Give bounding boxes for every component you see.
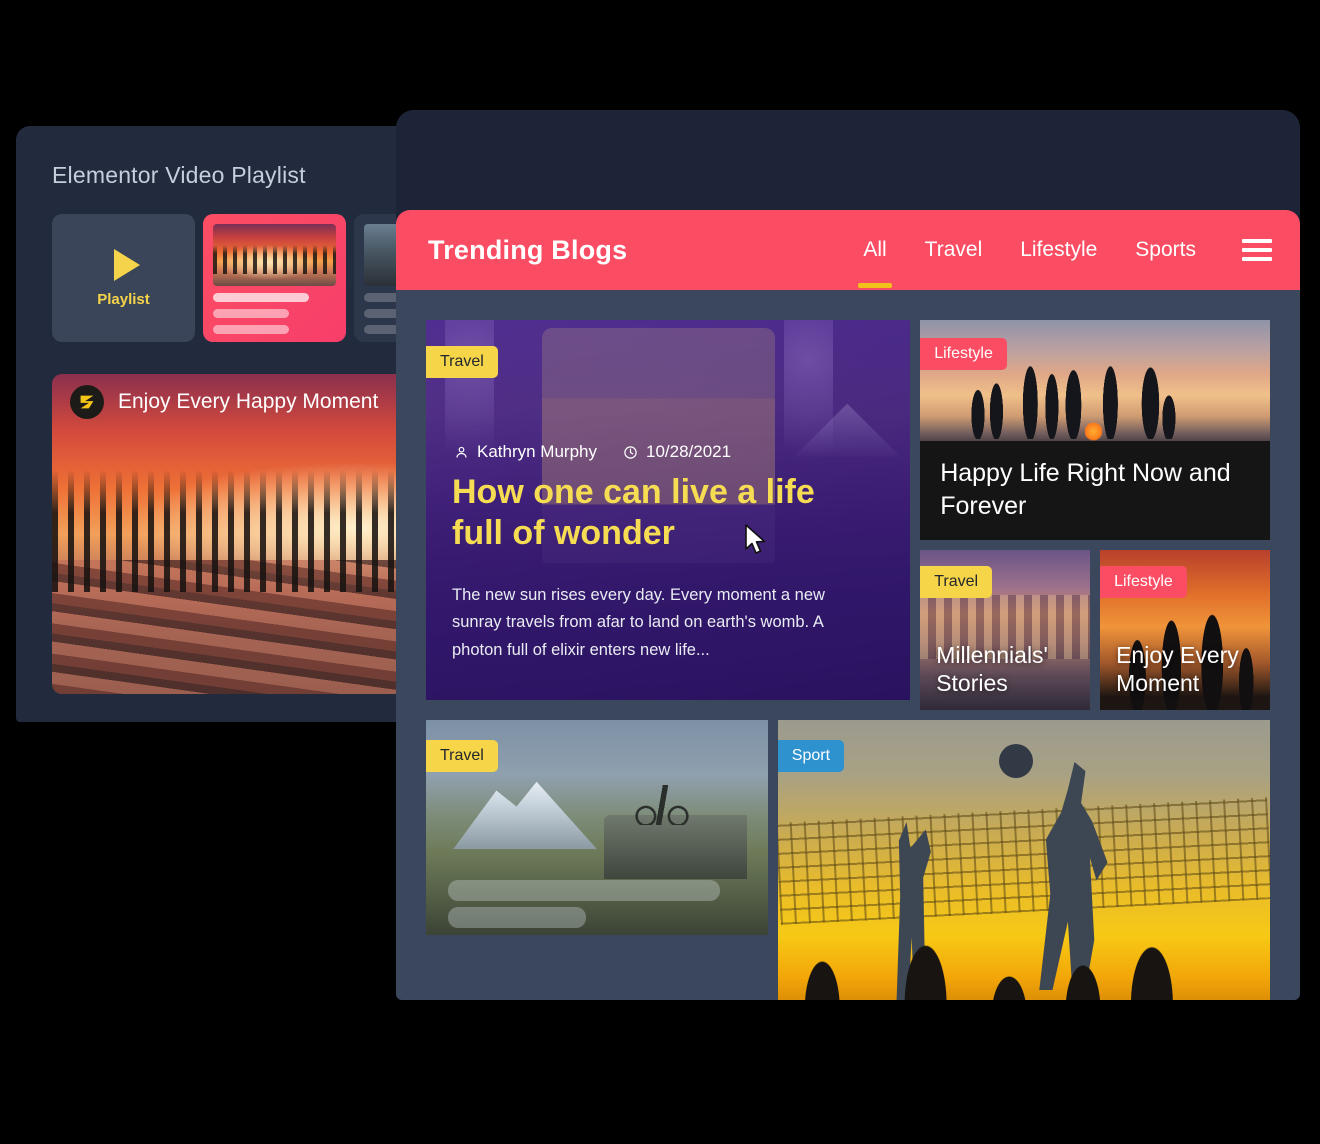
- site-brand-title: Trending Blogs: [428, 234, 628, 265]
- user-icon: [456, 446, 467, 458]
- post-card-millennials-stories[interactable]: Travel Millennials' Stories: [920, 550, 1091, 710]
- nav-item-travel[interactable]: Travel: [925, 238, 983, 262]
- featured-date-value: 10/28/2021: [646, 442, 732, 461]
- post-card-enjoy-every-moment[interactable]: Lifestyle Enjoy Every Moment: [1100, 550, 1270, 710]
- video-title: Enjoy Every Happy Moment: [118, 390, 379, 413]
- featured-author-name: Kathryn Murphy: [477, 442, 597, 461]
- play-icon: [113, 248, 140, 281]
- playlist-item-meta-placeholder: [213, 325, 290, 334]
- post-category-badge[interactable]: Lifestyle: [1100, 566, 1187, 598]
- window-top-strip: [396, 110, 1300, 210]
- clock-icon: [624, 445, 637, 459]
- post-category-badge[interactable]: Travel: [426, 740, 498, 772]
- featured-author: Kathryn Murphy: [454, 442, 597, 462]
- post-card-sport-volleyball[interactable]: Sport: [777, 720, 1270, 1000]
- nav-item-lifestyle[interactable]: Lifestyle: [1020, 238, 1097, 262]
- post-card-title[interactable]: Millennials' Stories: [936, 641, 1080, 699]
- grid-bottom-row: Travel Sport: [426, 720, 1270, 1000]
- featured-date: 10/28/2021: [623, 442, 731, 462]
- playlist-item-title-placeholder: [213, 293, 309, 302]
- back-window-title: Elementor Video Playlist: [52, 162, 306, 188]
- post-category-badge[interactable]: Travel: [920, 566, 993, 598]
- nav-item-all[interactable]: All: [863, 238, 886, 262]
- featured-post-excerpt: The new sun rises every day. Every momen…: [452, 586, 825, 659]
- post-card-travel-bike[interactable]: Travel: [426, 720, 768, 935]
- hamburger-icon[interactable]: [1242, 239, 1272, 261]
- post-card-image: [777, 720, 1270, 1000]
- featured-meta: Kathryn Murphy 10/28/2021: [454, 442, 731, 462]
- post-card-title[interactable]: Enjoy Every Moment: [1116, 641, 1260, 699]
- grid-right-column: Lifestyle Happy Life Right Now and Forev…: [920, 320, 1270, 710]
- playlist-toggle-tile[interactable]: Playlist: [52, 214, 195, 342]
- playlist-tile-label: Playlist: [97, 290, 150, 308]
- post-card-happy-life[interactable]: Lifestyle Happy Life Right Now and Forev…: [920, 320, 1270, 540]
- z-logo-icon: [70, 385, 104, 419]
- screenshot-stage: Elementor Video Playlist Playlist Enjoy …: [0, 0, 1320, 1144]
- post-meta-placeholder: [448, 907, 586, 928]
- post-title-placeholder: [448, 880, 720, 901]
- post-card-title[interactable]: Happy Life Right Now and Forever: [940, 457, 1254, 522]
- trending-blogs-window: Trending Blogs All Travel Lifestyle Spor…: [396, 110, 1300, 1000]
- playlist-item-meta-placeholder: [213, 309, 290, 318]
- featured-category-badge[interactable]: Travel: [426, 346, 498, 378]
- blog-grid: Travel Kathryn Murphy 10/28/2021 How one…: [396, 290, 1300, 1000]
- playlist-item-thumbnail: [213, 224, 336, 286]
- playlist-item-1[interactable]: [203, 214, 346, 342]
- post-category-badge[interactable]: Sport: [777, 740, 845, 772]
- grid-mini-row: Travel Millennials' Stories Lifestyle En…: [920, 550, 1270, 710]
- site-header: Trending Blogs All Travel Lifestyle Spor…: [396, 210, 1300, 290]
- featured-post-title[interactable]: How one can live a life full of wonder: [452, 472, 852, 555]
- post-category-badge[interactable]: Lifestyle: [920, 338, 1007, 370]
- nav-item-sports[interactable]: Sports: [1135, 238, 1196, 262]
- main-nav: All Travel Lifestyle Sports: [863, 238, 1272, 262]
- grid-top-row: Travel Kathryn Murphy 10/28/2021 How one…: [426, 320, 1270, 710]
- featured-post-card[interactable]: Travel Kathryn Murphy 10/28/2021 How one…: [426, 320, 911, 700]
